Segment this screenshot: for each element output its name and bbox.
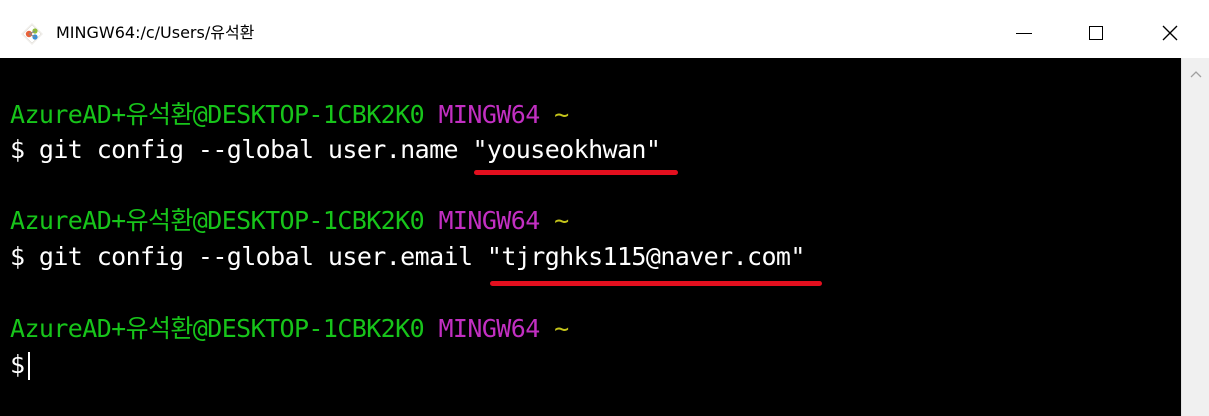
highlight-underline — [490, 281, 822, 286]
minimize-icon — [1016, 32, 1032, 34]
command-line[interactable]: $ — [10, 348, 31, 382]
window-title: MINGW64:/c/Users/유석환 — [56, 23, 255, 42]
command-line: $ git config --global user.email "tjrghk… — [10, 240, 805, 274]
command-text: $ git config --global user.name — [10, 135, 473, 164]
prompt-path: ~ — [554, 100, 569, 129]
prompt-line: AzureAD+유석환@DESKTOP-1CBK2K0 MINGW64 ~ — [10, 98, 569, 132]
title-bar[interactable]: MINGW64:/c/Users/유석환 — [0, 0, 1209, 58]
prompt-path: ~ — [554, 206, 569, 235]
terminal-window: MINGW64:/c/Users/유석환 AzureAD+유석환@DESKTOP… — [0, 0, 1209, 416]
command-text: $ — [10, 350, 25, 379]
command-argument: "youseokhwan" — [472, 135, 661, 164]
maximize-icon — [1089, 26, 1103, 40]
vertical-scrollbar[interactable] — [1181, 58, 1209, 416]
git-diamond-icon — [21, 23, 43, 45]
prompt-path: ~ — [554, 314, 569, 343]
highlight-underline — [474, 170, 678, 175]
prompt-user-host: AzureAD+유석환@DESKTOP-1CBK2K0 — [10, 314, 425, 343]
prompt-env: MINGW64 — [438, 314, 540, 343]
scroll-up-arrow-icon[interactable] — [1190, 70, 1202, 78]
text-cursor — [28, 352, 31, 380]
prompt-env: MINGW64 — [438, 206, 540, 235]
prompt-line: AzureAD+유석환@DESKTOP-1CBK2K0 MINGW64 ~ — [10, 312, 569, 346]
command-argument: "tjrghks115@naver.com" — [486, 242, 806, 271]
close-icon — [1162, 25, 1178, 41]
prompt-env: MINGW64 — [438, 100, 540, 129]
command-line: $ git config --global user.name "youseok… — [10, 133, 661, 167]
command-text: $ git config --global user.email — [10, 242, 487, 271]
minimize-button[interactable] — [994, 0, 1054, 66]
terminal-output[interactable]: AzureAD+유석환@DESKTOP-1CBK2K0 MINGW64 ~ $ … — [0, 58, 1181, 416]
close-button[interactable] — [1140, 0, 1200, 66]
prompt-user-host: AzureAD+유석환@DESKTOP-1CBK2K0 — [10, 206, 425, 235]
prompt-line: AzureAD+유석환@DESKTOP-1CBK2K0 MINGW64 ~ — [10, 204, 569, 238]
maximize-button[interactable] — [1066, 0, 1126, 66]
prompt-user-host: AzureAD+유석환@DESKTOP-1CBK2K0 — [10, 100, 425, 129]
